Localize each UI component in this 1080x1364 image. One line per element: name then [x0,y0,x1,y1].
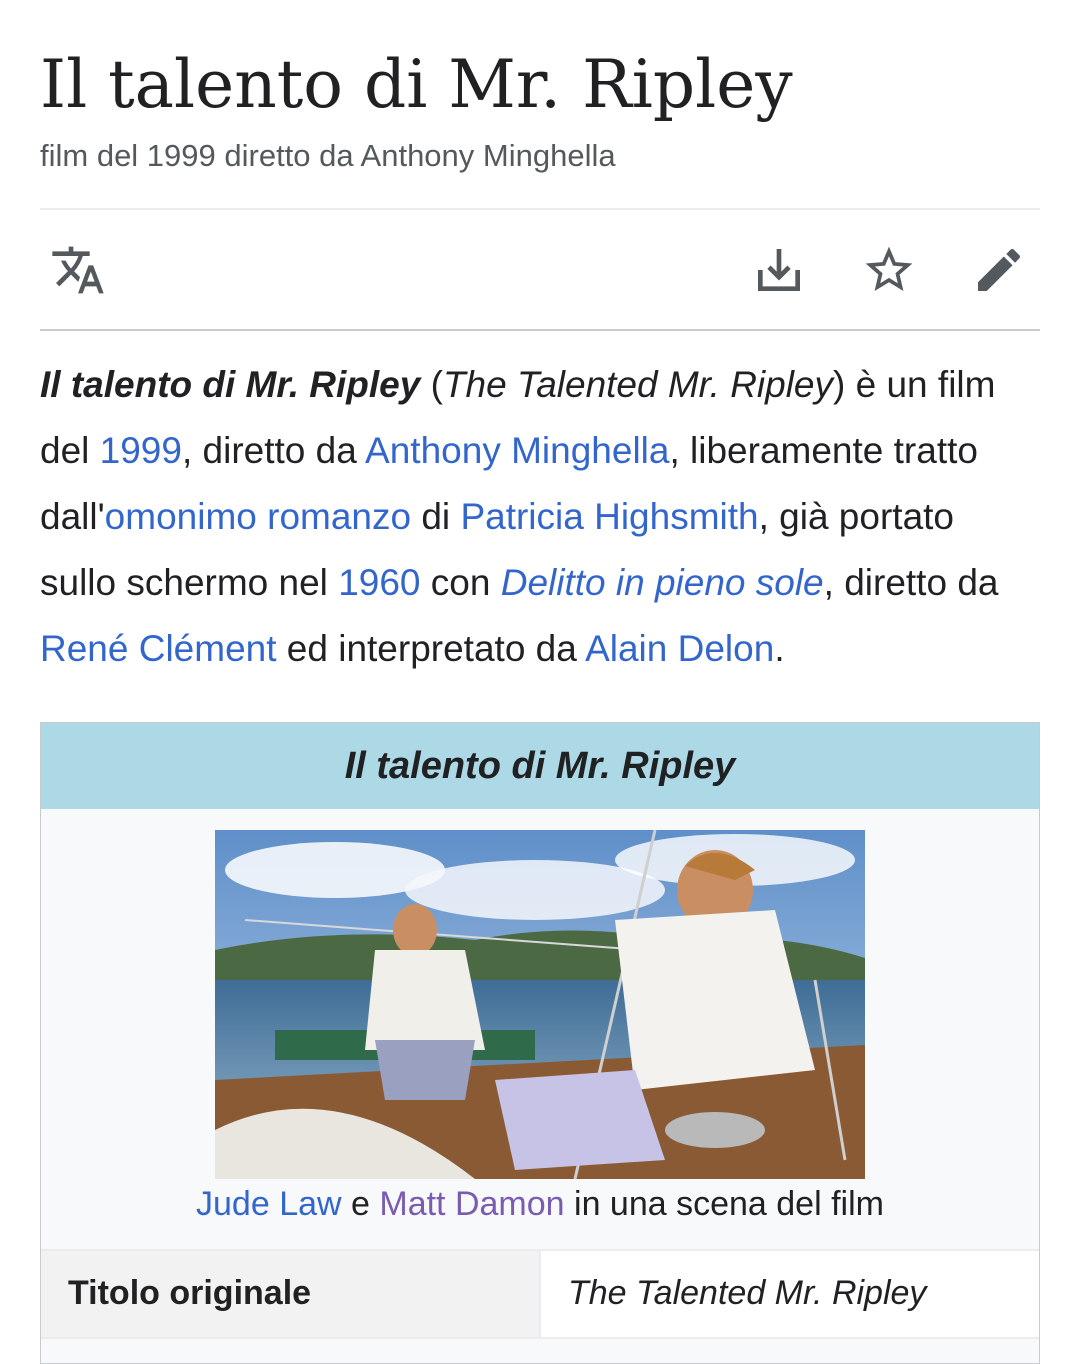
infobox-header: Il talento di Mr. Ripley [41,723,1039,809]
link-anthony-minghella[interactable]: Anthony Minghella [365,430,669,471]
link-rene-clement[interactable]: René Clément [40,628,277,669]
star-icon[interactable] [861,242,917,298]
text: ed interpretato da [276,628,586,669]
link-delitto-in-pieno-sole[interactable]: Delitto in pieno sole [501,562,824,603]
download-icon[interactable] [751,242,807,298]
language-icon[interactable] [50,242,106,298]
film-still-image[interactable] [215,830,865,1179]
divider [40,329,1040,331]
lead-paragraph: Il talento di Mr. Ripley (The Talented M… [40,352,1040,682]
infobox: Il talento di Mr. Ripley Jude Law e Matt… [40,722,1040,1364]
link-jude-law[interactable]: Jude Law [196,1185,342,1223]
edit-icon[interactable] [971,242,1027,298]
row-value: The Talented Mr. Ripley [568,1274,927,1312]
link-1999[interactable]: 1999 [100,430,182,471]
page-subtitle: film del 1999 diretto da Anthony Minghel… [40,138,616,173]
image-caption: Jude Law e Matt Damon in una scena del f… [41,1179,1039,1229]
row-label: Titolo originale [41,1251,539,1337]
text: in una scena del film [564,1185,884,1223]
infobox-row: Titolo originale The Talented Mr. Ripley [41,1249,1039,1339]
text: e [341,1185,380,1223]
article-title-bold: Il talento di Mr. Ripley [40,364,421,405]
link-matt-damon[interactable]: Matt Damon [379,1185,564,1223]
link-alain-delon[interactable]: Alain Delon [585,628,774,669]
link-omonimo-romanzo[interactable]: omonimo romanzo [105,496,411,537]
text: , diretto da [823,562,999,603]
page-title: Il talento di Mr. Ripley [40,46,793,123]
text: ( [420,364,443,405]
original-title: The Talented Mr. Ripley [442,364,834,405]
text: , diretto da [181,430,366,471]
text: con [420,562,501,603]
link-1960[interactable]: 1960 [338,562,420,603]
divider [539,1251,541,1337]
link-patricia-highsmith[interactable]: Patricia Highsmith [460,496,758,537]
page-actions-toolbar [40,210,1040,330]
text: . [774,628,785,669]
text: di [411,496,461,537]
